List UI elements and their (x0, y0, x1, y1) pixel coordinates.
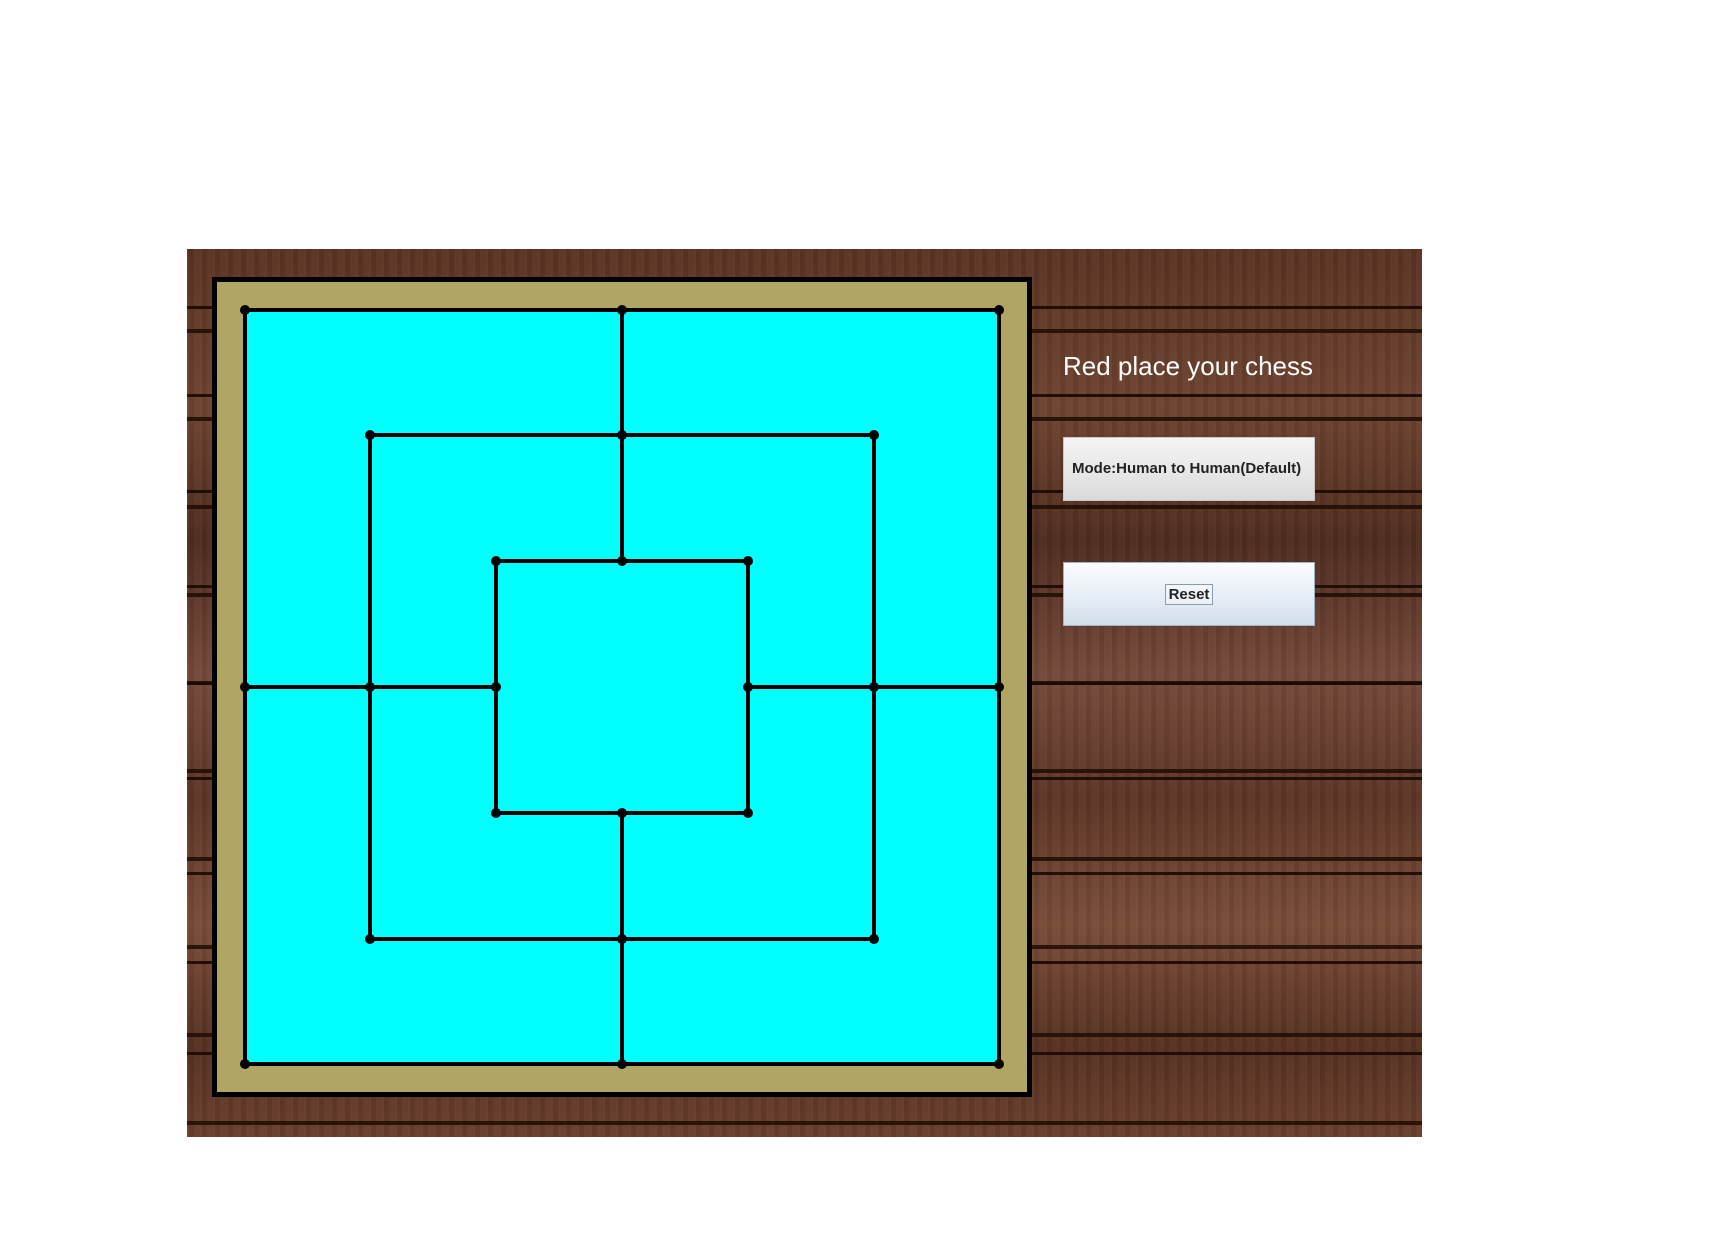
board-point[interactable] (617, 430, 627, 440)
board-point[interactable] (743, 808, 753, 818)
board-point[interactable] (240, 682, 250, 692)
status-message: Red place your chess (1063, 351, 1314, 381)
game-board[interactable] (212, 277, 1032, 1097)
board-point[interactable] (365, 934, 375, 944)
board-point[interactable] (491, 682, 501, 692)
board-point[interactable] (869, 682, 879, 692)
board-point[interactable] (994, 305, 1004, 315)
board-point[interactable] (869, 934, 879, 944)
board-point[interactable] (743, 556, 753, 566)
board-point[interactable] (491, 556, 501, 566)
board-point[interactable] (743, 682, 753, 692)
board-point[interactable] (869, 430, 879, 440)
board-point[interactable] (994, 682, 1004, 692)
board-point[interactable] (240, 1059, 250, 1069)
board-canvas[interactable] (217, 282, 1027, 1092)
reset-button[interactable]: Reset (1063, 562, 1315, 626)
board-point[interactable] (617, 1059, 627, 1069)
reset-button-label: Reset (1164, 583, 1214, 605)
board-point[interactable] (365, 682, 375, 692)
board-point[interactable] (617, 934, 627, 944)
board-point[interactable] (994, 1059, 1004, 1069)
mode-button[interactable]: Mode:Human to Human(Default) (1063, 437, 1315, 501)
board-point[interactable] (491, 808, 501, 818)
game-window: Red place your chess Mode:Human to Human… (187, 249, 1422, 1137)
board-point[interactable] (240, 305, 250, 315)
board-point[interactable] (617, 808, 627, 818)
board-point[interactable] (617, 305, 627, 315)
board-point[interactable] (365, 430, 375, 440)
board-point[interactable] (617, 556, 627, 566)
